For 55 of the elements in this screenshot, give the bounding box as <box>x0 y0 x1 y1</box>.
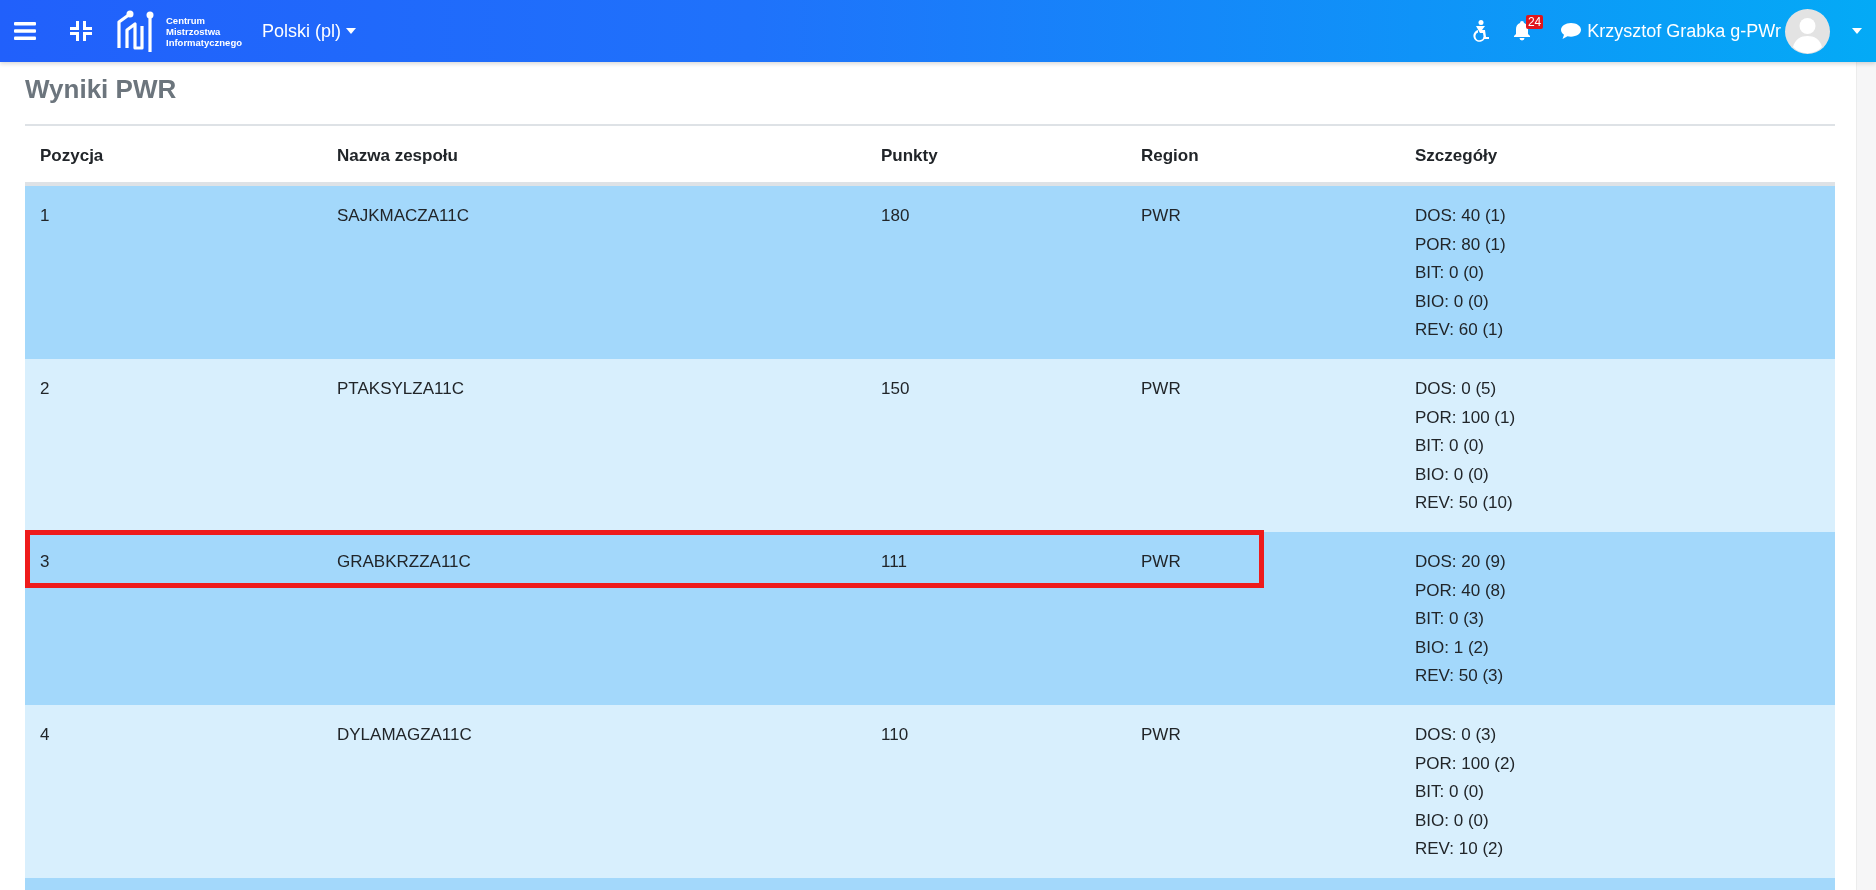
table-cell: 4 <box>40 724 50 744</box>
detail-line: REV: 50 (3) <box>1415 665 1504 688</box>
compress-button[interactable] <box>70 21 92 41</box>
table-cell: 111 <box>881 551 907 571</box>
table-cell: 150 <box>881 378 910 398</box>
messages-button[interactable] <box>1561 23 1582 39</box>
caret-icon <box>346 28 357 34</box>
column-header: Nazwa zespołu <box>336 145 459 168</box>
avatar-icon[interactable] <box>1785 8 1830 54</box>
page-title: Wyniki PWR <box>25 73 178 106</box>
table-cell: 1 <box>40 206 50 225</box>
detail-line: BIO: 0 (0) <box>1415 290 1489 313</box>
column-header: Pozycja <box>39 145 105 168</box>
menu-button[interactable] <box>14 22 36 40</box>
language-dropdown[interactable]: Polski (pl) <box>262 17 357 45</box>
column-header: Punkty <box>880 145 939 168</box>
detail-line: DOS: 40 (1) <box>1415 205 1506 227</box>
table-cell: DYLAMAGZA11C <box>337 724 472 744</box>
detail-line: POR: 100 (1) <box>1415 406 1516 429</box>
detail-line: BIT: 0 (3) <box>1415 608 1484 631</box>
table-cell: 180 <box>881 206 910 225</box>
accessibility-button[interactable] <box>1473 20 1492 42</box>
detail-line: BIT: 0 (0) <box>1415 781 1484 804</box>
table-cell: PWR <box>1141 378 1181 398</box>
table-cell: PTAKSYLZA11C <box>337 378 464 398</box>
column-header: Szczegóły <box>1414 145 1499 168</box>
logo-text: Centrum <box>166 14 207 26</box>
table-cell: PWR <box>1141 551 1181 571</box>
detail-line: DOS: 20 (9) <box>1415 550 1506 573</box>
detail-line: DOS: 0 (5) <box>1415 377 1497 400</box>
detail-line: POR: 40 (8) <box>1415 579 1506 602</box>
table-cell: GRABKRZZA11C <box>337 551 471 571</box>
detail-line: REV: 60 (1) <box>1415 319 1504 342</box>
table-cell: 2 <box>40 378 50 398</box>
notification-count: 24 <box>1525 15 1544 29</box>
logo-text: Informatycznego <box>166 36 242 48</box>
column-header: Region <box>1140 145 1200 168</box>
detail-line: POR: 80 (1) <box>1415 233 1506 256</box>
table-cell: PWR <box>1141 724 1181 744</box>
detail-line: BIT: 0 (0) <box>1415 262 1484 285</box>
logo-text: Mistrzostwa <box>166 25 222 37</box>
detail-line: BIO: 0 (0) <box>1415 463 1489 486</box>
table-cell: 110 <box>881 724 909 744</box>
user-name[interactable]: Krzysztof Grabka g-PWr <box>1587 17 1781 45</box>
detail-line: REV: 50 (10) <box>1415 492 1513 515</box>
detail-line: BIO: 0 (0) <box>1415 809 1489 832</box>
table-cell: PWR <box>1141 206 1181 225</box>
detail-line: BIO: 1 (2) <box>1415 636 1489 659</box>
detail-line: BIT: 0 (0) <box>1415 435 1484 458</box>
user-menu-caret-icon[interactable] <box>1852 28 1862 34</box>
detail-line: POR: 100 (2) <box>1415 752 1516 775</box>
detail-line: REV: 10 (2) <box>1415 838 1504 861</box>
detail-line: DOS: 0 (3) <box>1415 723 1497 746</box>
table-cell: SAJKMACZA11C <box>337 206 469 225</box>
table-cell: 3 <box>40 551 50 571</box>
